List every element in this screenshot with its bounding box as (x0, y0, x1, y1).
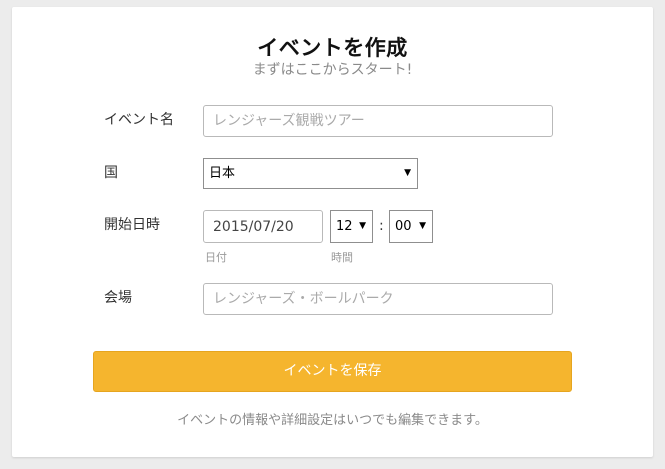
page-title: イベントを作成 (257, 36, 408, 60)
country-selected-value: 日本 (209, 166, 236, 181)
country-label: 国 (104, 165, 118, 181)
minute-select[interactable]: 00 ▼ (389, 210, 433, 243)
chevron-down-icon: ▼ (419, 221, 426, 231)
date-hint: 日付 (205, 251, 227, 264)
hour-select[interactable]: 12 ▼ (330, 210, 373, 243)
date-input[interactable] (203, 210, 323, 243)
create-event-card: イベントを作成 まずはここからスタート! イベント名 国 日本 ▼ 開始日時 日… (12, 7, 653, 457)
chevron-down-icon: ▼ (359, 221, 366, 231)
event-name-input[interactable] (203, 105, 553, 137)
page-subtitle: まずはここからスタート! (252, 62, 413, 78)
save-event-button[interactable]: イベントを保存 (93, 351, 572, 392)
venue-label: 会場 (104, 290, 132, 306)
event-name-label: イベント名 (104, 112, 174, 128)
minute-selected-value: 00 (395, 219, 412, 234)
venue-input[interactable] (203, 283, 553, 315)
time-separator: : (379, 218, 384, 234)
hour-selected-value: 12 (336, 219, 353, 234)
edit-later-note: イベントの情報や詳細設定はいつでも編集できます。 (177, 413, 488, 428)
time-hint: 時間 (331, 251, 353, 264)
start-datetime-label: 開始日時 (104, 217, 160, 233)
chevron-down-icon: ▼ (404, 168, 411, 178)
country-select[interactable]: 日本 ▼ (203, 158, 418, 189)
